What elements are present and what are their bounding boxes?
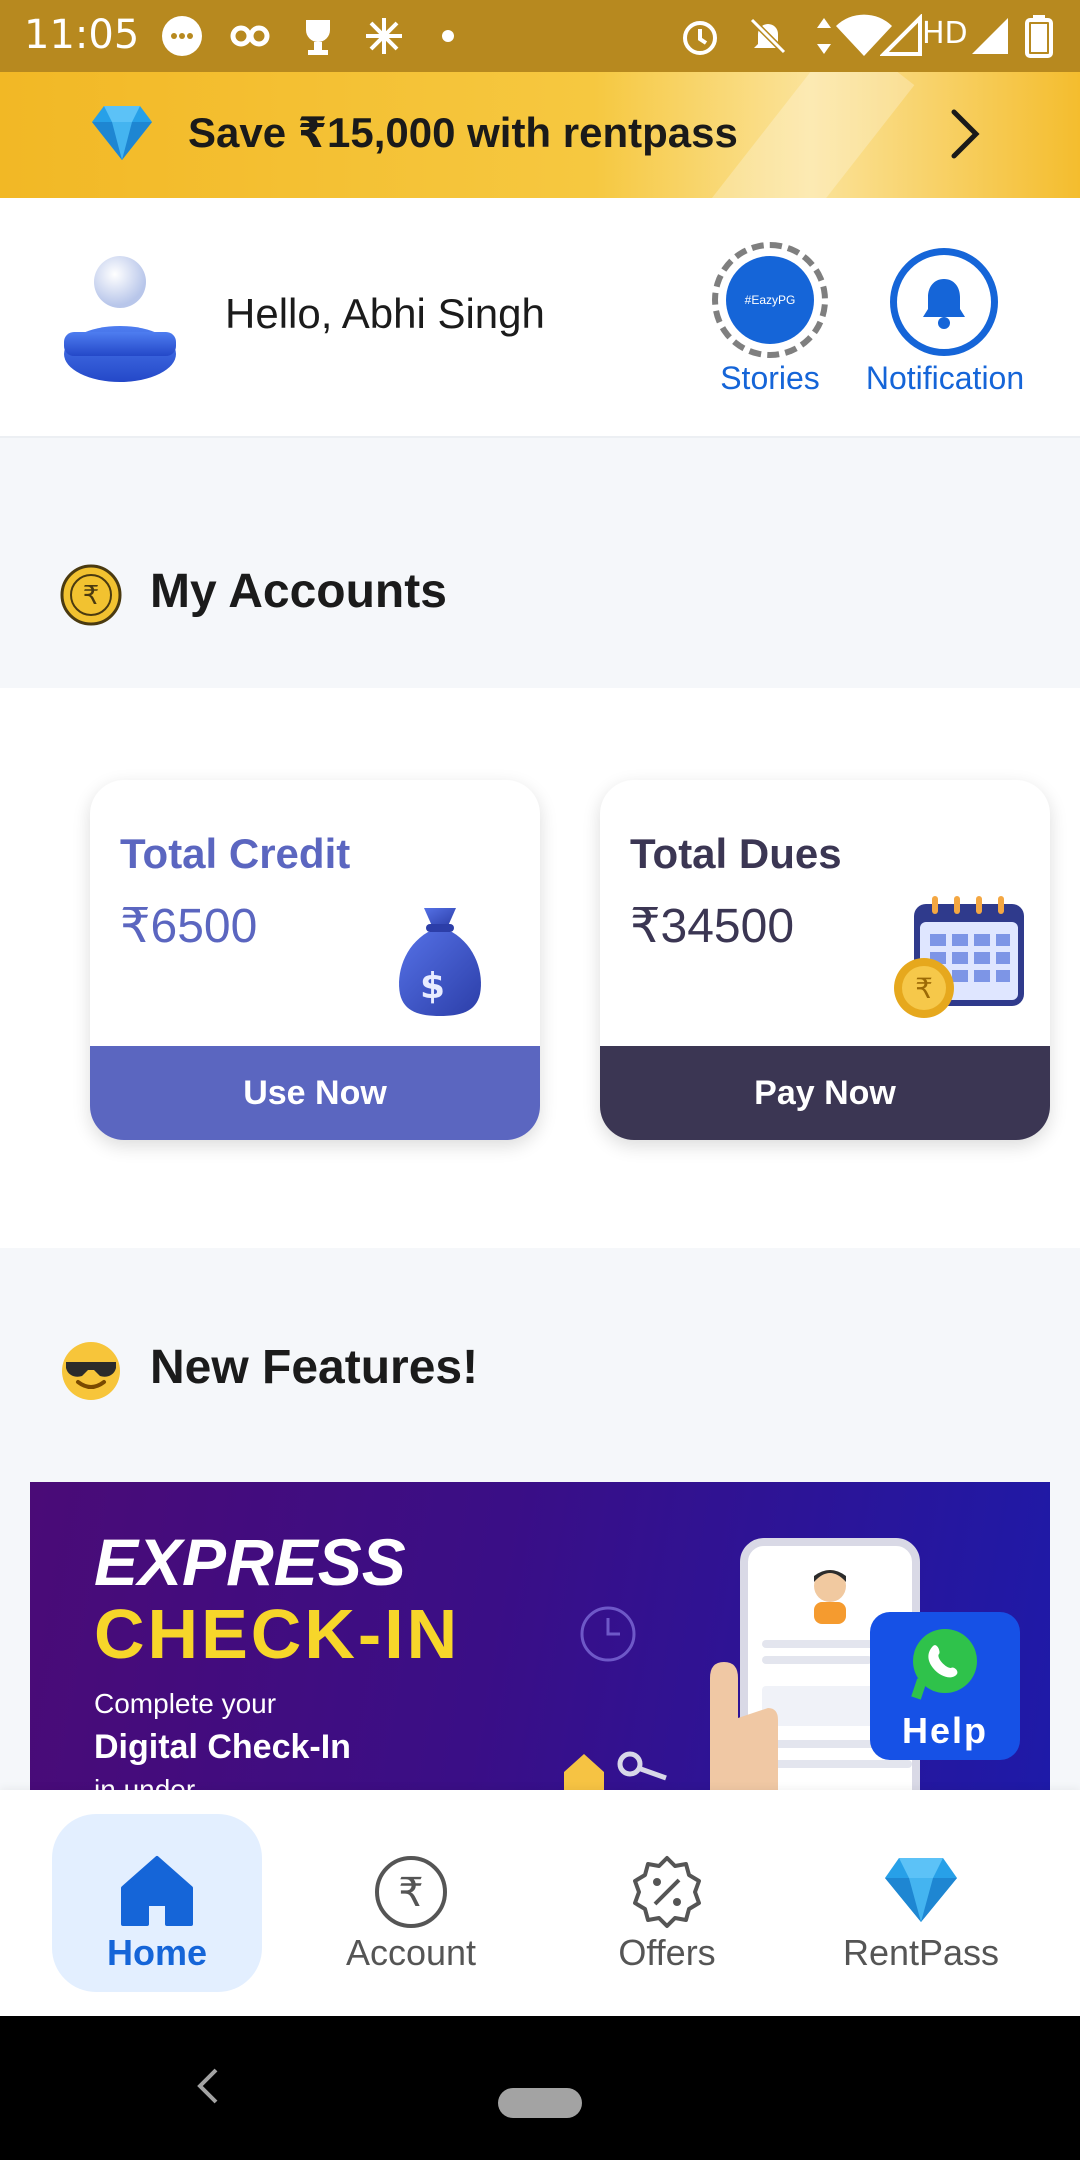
chevron-right-icon[interactable]: [948, 108, 982, 160]
whatsapp-icon: [911, 1629, 977, 1700]
total-credit-card[interactable]: Total Credit ₹6500 $ Use Now: [90, 780, 540, 1140]
notification-dot: [442, 30, 454, 42]
banner-line-2: CHECK-IN: [94, 1595, 461, 1673]
promo-text: Save ₹15,000 with rentpass: [188, 109, 738, 156]
nav-label-offers: Offers: [618, 1932, 716, 1973]
alarm-icon: [683, 21, 717, 55]
new-features-title: New Features!: [150, 1341, 479, 1394]
mute-icon: [749, 17, 787, 55]
banner-line-4: Digital Check-In: [94, 1728, 351, 1766]
banner-line-3: Complete your: [94, 1688, 277, 1719]
help-button[interactable]: Help: [870, 1612, 1020, 1760]
status-time: 11:05: [24, 12, 140, 58]
profile-header: Hello, Abhi Singh #EazyPG Stories Notifi…: [0, 198, 1080, 438]
system-navigation-bar: [0, 2016, 1080, 2160]
avatar[interactable]: [60, 252, 180, 382]
nav-item-rentpass[interactable]: RentPass: [816, 1814, 1026, 1992]
chat-icon: [162, 16, 202, 56]
calendar-rupee-icon: ₹: [894, 896, 1024, 1018]
use-now-button[interactable]: Use Now: [90, 1046, 540, 1140]
status-bar: 11:05 HD: [0, 0, 1080, 72]
rentpass-promo-banner[interactable]: Save ₹15,000 with rentpass: [0, 72, 1080, 198]
notification-label[interactable]: Notification: [850, 360, 1040, 397]
diamond-icon: [885, 1858, 957, 1922]
glasses-icon: [230, 25, 270, 47]
my-accounts-title: My Accounts: [150, 565, 447, 618]
nav-item-offers[interactable]: Offers: [562, 1814, 772, 1992]
greeting-text: Hello, Abhi Singh: [225, 290, 545, 337]
trophy-icon: [306, 20, 330, 55]
stories-button[interactable]: #EazyPG: [712, 242, 828, 358]
svg-text:$: $: [420, 966, 445, 1007]
rupee-icon: ₹: [375, 1856, 447, 1928]
sparkle-icon: [366, 18, 402, 54]
home-pill[interactable]: [498, 2088, 582, 2118]
pay-now-button[interactable]: Pay Now: [600, 1046, 1050, 1140]
hand-icon: [710, 1662, 778, 1792]
back-icon[interactable]: [196, 2066, 220, 2106]
accounts-panel: Total Credit ₹6500 $ Use Now Total Dues …: [0, 688, 1080, 1248]
notification-button[interactable]: [890, 248, 998, 356]
home-icon: [121, 1856, 193, 1926]
character-icon: [814, 1570, 846, 1624]
cool-emoji-icon: [62, 1342, 120, 1400]
signal-icon: [880, 14, 922, 56]
stories-label[interactable]: Stories: [700, 360, 840, 397]
stories-badge: #EazyPG: [726, 256, 814, 344]
rupee-coin-icon: ₹: [60, 564, 122, 626]
bottom-navigation: Home ₹ Account Offers RentPass: [0, 1790, 1080, 2016]
total-dues-card[interactable]: Total Dues ₹34500 ₹ Pay Now: [600, 780, 1050, 1140]
house-keys-icon: [564, 1751, 667, 1792]
bell-icon: [923, 279, 965, 329]
phone-line: [762, 1760, 912, 1768]
help-label: Help: [901, 1710, 988, 1751]
dues-amount: ₹34500: [630, 900, 795, 953]
credit-amount: ₹6500: [120, 900, 258, 953]
nav-label-rentpass: RentPass: [842, 1932, 1000, 1973]
dues-title: Total Dues: [630, 830, 842, 877]
network-type-label: HD: [922, 16, 968, 51]
nav-item-account[interactable]: ₹ Account: [306, 1814, 516, 1992]
diamond-icon: [92, 106, 152, 160]
percent-badge-icon: [633, 1856, 701, 1928]
banner-line-1: EXPRESS: [94, 1525, 406, 1599]
svg-text:₹: ₹: [398, 1870, 423, 1916]
clock-icon: [580, 1606, 636, 1662]
nav-item-home[interactable]: Home: [52, 1814, 262, 1992]
nav-label-home: Home: [106, 1932, 208, 1973]
money-bag-icon: $: [399, 908, 481, 1016]
svg-text:₹: ₹: [83, 581, 100, 611]
nav-label-account: Account: [345, 1932, 477, 1973]
svg-text:₹: ₹: [915, 972, 933, 1005]
signal-full-icon: [972, 18, 1008, 54]
credit-title: Total Credit: [120, 830, 351, 877]
battery-icon: [1025, 15, 1053, 58]
